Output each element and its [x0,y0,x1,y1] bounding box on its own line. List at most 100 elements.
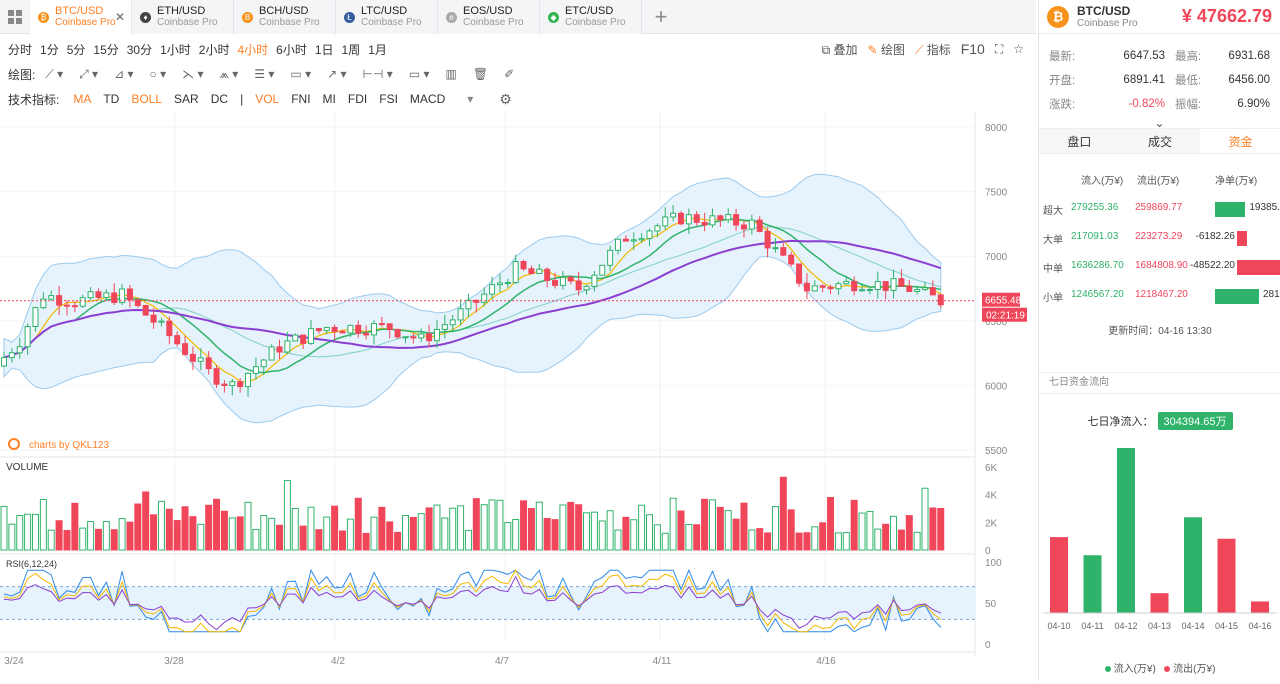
seven-day-date: 04-12 [1114,621,1137,631]
grid-menu-icon[interactable] [0,0,30,34]
fullscreen-icon[interactable]: ⛶ [995,42,1003,57]
stat-row: 开盘: 6891.41 最低: 6456.00 [1049,68,1270,92]
f10-button[interactable]: F10 [961,41,985,57]
candle-body [370,323,377,336]
pattern-tool-icon[interactable]: ⩕ ▾ [219,67,238,82]
indicator-6[interactable]: VOL [255,92,279,106]
legend-in: 流入(万¥) [1113,664,1156,675]
interval-1[interactable]: 1分 [40,41,59,58]
interval-3[interactable]: 15分 [93,41,118,58]
bars-tool-icon[interactable]: ▥ [446,67,457,81]
candle-body [496,282,503,286]
interval-8[interactable]: 6小时 [276,41,307,58]
stat-row: 涨跌: -0.82% 振幅: 6.90% [1049,92,1270,116]
right-tab-0[interactable]: 盘口 [1039,129,1120,153]
indicator-9[interactable]: FDI [348,92,367,106]
kline-chart[interactable]: 8000 7500 7000 6500 6000 5500 6655.48 02:21:19 c… [0,112,1036,681]
price-tick: 8000 [985,123,1008,134]
tab-ltc-usd[interactable]: Ł LTC/USD Coinbase Pro [336,0,438,34]
right-tab-1[interactable]: 成交 [1119,129,1201,153]
volume-bar [661,532,669,551]
fund-row: 大单 217091.03 223273.29 -6182.26 [1039,231,1280,246]
interval-10[interactable]: 1周 [342,41,361,58]
interval-6[interactable]: 2小时 [199,41,230,58]
indicator-7[interactable]: FNI [291,92,310,106]
tab-eth-usd[interactable]: ♦ ETH/USD Coinbase Pro [132,0,234,34]
indicator-bar-label: 技术指标: [8,92,60,107]
volume-bar [94,528,102,551]
close-tab-icon[interactable]: ✕ [115,10,125,24]
volume-bar [370,516,378,551]
fib-tool-icon[interactable]: ☰ ▾ [254,67,274,81]
tab-etc-usd[interactable]: ◆ ETC/USD Coinbase Pro [540,0,642,34]
ray-tool-icon[interactable]: ⤢ ▾ [79,67,98,82]
candle-body [866,288,873,291]
candle-body [796,263,803,284]
rect-tool-icon[interactable]: ▭ ▾ [290,67,311,81]
interval-4[interactable]: 30分 [127,41,152,58]
tab-bch-usd[interactable]: B BCH/USD Coinbase Pro [234,0,336,34]
indicator-8[interactable]: MI [323,92,336,106]
candle-body [622,238,629,242]
indicator-10[interactable]: FSI [379,92,398,106]
candle-body [268,346,275,361]
interval-5[interactable]: 1小时 [160,41,191,58]
volume-bar [803,532,811,551]
volume-bar [157,500,165,551]
text-tool-icon[interactable]: ▭ ▾ [409,67,430,81]
overlay-button[interactable]: ⧉ 叠加 [822,41,858,58]
etc-icon: ◆ [548,11,559,23]
interval-11[interactable]: 1月 [368,41,387,58]
star-icon[interactable]: ☆ [1013,42,1024,56]
candle-body [71,305,78,308]
rsi-tick: 100 [985,558,1002,569]
right-tab-2[interactable]: 资金 [1200,129,1280,153]
trash-icon[interactable]: 🗑 [473,67,488,81]
volume-bar [638,504,646,551]
candle-body [63,304,70,307]
volume-bar [527,508,535,551]
volume-bar [118,518,126,551]
draw-button[interactable]: ✎ 绘图 [868,41,905,58]
indicator-0[interactable]: MA [73,92,91,106]
indicator-11[interactable]: MACD [410,92,445,106]
volume-bar [252,529,260,551]
candle-body [559,276,566,286]
candle-body [95,291,102,298]
interval-0[interactable]: 分时 [8,41,32,58]
indicator-button[interactable]: ⟋ 指标 [915,41,951,58]
settings-gear-icon[interactable]: ⚙ [499,91,512,108]
volume-bar [457,505,465,551]
interval-2[interactable]: 5分 [67,41,86,58]
interval-9[interactable]: 1日 [315,41,334,58]
eraser-icon[interactable]: ✐ [504,67,514,81]
volume-bar [669,497,677,551]
seven-day-date: 04-15 [1215,621,1238,631]
candle-body [819,285,826,288]
arrow-tool-icon[interactable]: ↗ ▾ [327,67,346,81]
candle-body [756,219,763,232]
indicator-3[interactable]: SAR [174,92,199,106]
volume-bar [551,519,559,551]
line-tool-icon[interactable]: ⟋ ▾ [45,67,63,82]
tab-eos-usd[interactable]: e EOS/USD Coinbase Pro [438,0,540,34]
circle-tool-icon[interactable]: ○ ▾ [150,67,167,81]
add-tab-icon[interactable]: + [642,0,680,34]
interval-7[interactable]: 4小时 [237,41,268,58]
seven-day-date: 04-16 [1248,621,1271,631]
wave-tool-icon[interactable]: ⋋ ▾ [182,67,203,81]
indicator-1[interactable]: TD [103,92,119,106]
fund-name: 中单 [1043,264,1063,275]
kline-chart-svg[interactable]: 8000750070006500600055006655.4802:21:19c… [0,112,1036,681]
channel-tool-icon[interactable]: ⊿ ▾ [114,67,133,81]
indicator-dropdown-icon[interactable]: ▾ [467,92,473,106]
measure-tool-icon[interactable]: ⊢⊣ ▾ [363,67,393,81]
seven-day-bar [1217,538,1236,613]
indicator-4[interactable]: DC [211,92,228,106]
candle-body [252,366,259,374]
fund-row: 中单 1636286.70 1684808.90 -48522.20 [1039,260,1280,275]
tab-btc-usd[interactable]: ₿ BTC/USD Coinbase Pro ✕ [30,0,132,34]
interval-bar: 分时 1分 5分 15分 30分 1小时 2小时 4小时 6小时 1日 1周 1月 ⧉ 叠加 ✎ 绘图… [0,38,1036,60]
indicator-2[interactable]: BOLL [131,92,162,106]
candle-body [803,282,810,292]
